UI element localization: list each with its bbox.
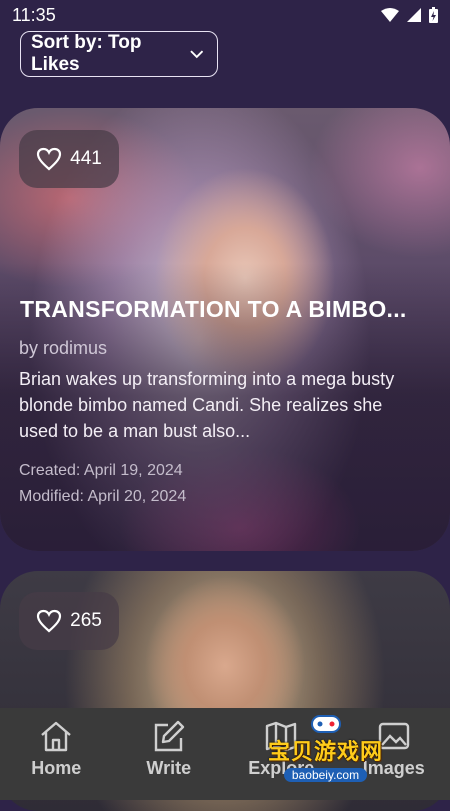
chevron-down-icon (190, 50, 204, 59)
sort-label: Sort by: Top Likes (31, 32, 190, 76)
story-title: TRANSFORMATION TO A BIMBO... (20, 296, 440, 323)
gamepad-icon (310, 712, 342, 734)
modified-date: Modified: April 20, 2024 (19, 488, 186, 506)
story-card[interactable]: 441 TRANSFORMATION TO A BIMBO... by rodi… (0, 108, 450, 551)
like-button[interactable]: 265 (19, 592, 119, 650)
wifi-icon (381, 8, 399, 22)
status-bar: 11:35 (0, 0, 450, 30)
created-date: Created: April 19, 2024 (19, 462, 183, 480)
nav-write[interactable]: Write (113, 708, 226, 800)
like-count: 265 (70, 610, 102, 632)
nav-home[interactable]: Home (0, 708, 113, 800)
nav-write-label: Write (146, 758, 191, 779)
battery-icon (429, 7, 438, 23)
edit-icon (152, 720, 186, 752)
watermark-logo: 宝贝游戏网 baobeiy.com (268, 712, 383, 782)
story-description: Brian wakes up transforming into a mega … (19, 366, 399, 444)
watermark-url: baobeiy.com (284, 768, 367, 782)
sort-dropdown[interactable]: Sort by: Top Likes (20, 31, 218, 77)
signal-icon (407, 8, 421, 22)
heart-icon (36, 609, 62, 633)
like-button[interactable]: 441 (19, 130, 119, 188)
watermark-text: 宝贝游戏网 (268, 734, 383, 766)
status-time: 11:35 (12, 5, 56, 26)
like-count: 441 (70, 148, 102, 170)
home-icon (39, 720, 73, 752)
heart-icon (36, 147, 62, 171)
nav-home-label: Home (31, 758, 81, 779)
story-author: by rodimus (19, 338, 107, 359)
